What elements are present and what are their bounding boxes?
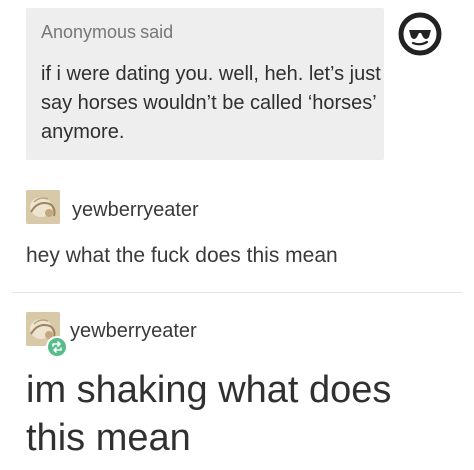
- ask-body: if i were dating you. well, heh. let’s j…: [41, 63, 381, 143]
- reply-username[interactable]: yewberryeater: [70, 320, 197, 343]
- ask-author[interactable]: Anonymous: [41, 22, 136, 42]
- reply-text: hey what the fuck does this mean: [26, 244, 338, 267]
- ask-said-label: said: [140, 22, 174, 42]
- ask-header: Anonymous said: [41, 22, 173, 43]
- reply-username[interactable]: yewberryeater: [72, 199, 199, 222]
- reblog-icon: [46, 336, 68, 358]
- user-avatar[interactable]: [26, 190, 60, 224]
- divider: [12, 292, 462, 293]
- reply-text: im shaking what does this mean: [26, 369, 392, 459]
- ask-bubble: Anonymous said if i were dating you. well…: [26, 8, 384, 160]
- sunglasses-icon: [398, 12, 442, 56]
